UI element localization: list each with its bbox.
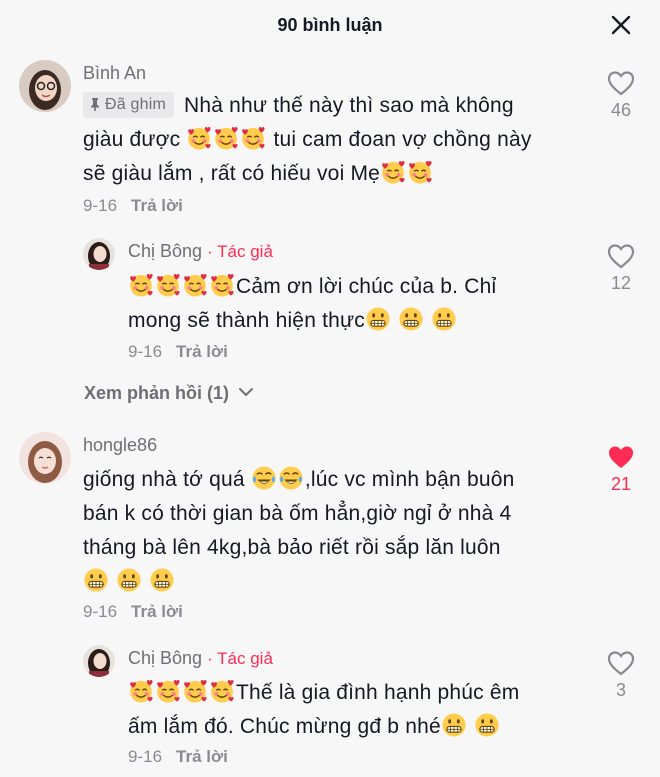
heart-outline-icon <box>607 651 635 676</box>
avatar[interactable] <box>83 645 115 677</box>
reply-text-line: mong sẽ thành hiện thực <box>128 304 568 338</box>
smiling-face-with-hearts-emoji <box>240 125 266 151</box>
reply-text-line1: Cảm ơn lời chúc của b. Chỉ <box>236 275 497 298</box>
reply-text-line: Thế là gia đình hạnh phúc êm <box>128 676 568 710</box>
pinned-label: Đã ghim <box>105 96 166 113</box>
reply-button[interactable]: Trả lời <box>176 342 228 361</box>
like-button[interactable]: 46 <box>601 70 641 121</box>
reply-username[interactable]: Chị Bông <box>128 241 202 261</box>
pinned-badge: Đã ghim <box>83 92 174 118</box>
comment-text-line2: bán k có thời gian bà ốm hẳn,giờ ngỉ ở n… <box>83 502 512 525</box>
comment-text-line: tháng bà lên 4kg,bà bảo riết rồi sắp lăn… <box>83 531 583 565</box>
grinning-face-emoji <box>474 712 500 738</box>
like-button[interactable]: 12 <box>601 243 641 294</box>
reply-text-line: Cảm ơn lời chúc của b. Chỉ <box>128 270 568 304</box>
comment-text-line1b: ,lúc vc mình bận buôn <box>304 468 515 491</box>
smiling-face-with-hearts-emoji <box>182 272 208 298</box>
heart-outline-icon <box>607 244 635 269</box>
reply-button[interactable]: Trả lời <box>176 747 228 766</box>
tears-of-joy-emoji <box>278 465 304 491</box>
reply-text: Cảm ơn lời chúc của b. Chỉ mong sẽ thành… <box>128 270 568 338</box>
smiling-face-with-hearts-emoji <box>407 159 433 185</box>
like-count: 12 <box>610 273 632 293</box>
like-button[interactable]: 21 <box>601 444 641 495</box>
smiling-face-with-hearts-emoji <box>128 678 154 704</box>
comments-header: 90 bình luận <box>0 0 660 52</box>
reply-meta: 9-16 Trả lời <box>128 747 228 767</box>
close-icon[interactable] <box>610 14 632 36</box>
grinning-face-emoji <box>83 567 109 593</box>
view-replies-button[interactable]: Xem phản hồi (1) <box>84 383 254 404</box>
reply-username-row: Chị Bông · Tác giả <box>128 241 273 262</box>
reply-button[interactable]: Trả lời <box>131 602 183 621</box>
grinning-face-emoji <box>365 306 391 332</box>
reply-username[interactable]: Chị Bông <box>128 648 202 668</box>
view-replies-label: Xem phản hồi (1) <box>84 383 230 403</box>
author-tag: · Tác giả <box>207 649 273 668</box>
like-count: 3 <box>615 680 626 700</box>
grinning-face-emoji <box>116 567 142 593</box>
comment-text-line: giàu được tui cam đoan vợ chồng này <box>83 123 583 157</box>
smiling-face-with-hearts-emoji <box>213 125 239 151</box>
reply-button[interactable]: Trả lời <box>131 196 183 215</box>
grinning-face-emoji <box>441 712 467 738</box>
comment-text: giống nhà tớ quá ,lúc vc mình bận buôn b… <box>83 463 583 599</box>
reply-text-line: ấm lắm đó. Chúc mừng gđ b nhé <box>128 710 568 744</box>
chevron-down-icon <box>239 388 254 397</box>
heart-outline-icon <box>607 71 635 96</box>
comment-username[interactable]: hongle86 <box>83 435 157 456</box>
smiling-face-with-hearts-emoji <box>155 678 181 704</box>
comment-text-line: giống nhà tớ quá ,lúc vc mình bận buôn <box>83 463 583 497</box>
avatar[interactable] <box>19 60 71 112</box>
author-tag-label: Tác giả <box>217 649 273 668</box>
comment-text-line: bán k có thời gian bà ốm hẳn,giờ ngỉ ở n… <box>83 497 583 531</box>
pin-icon <box>91 98 99 111</box>
comment-date: 9-16 <box>83 196 118 215</box>
smiling-face-with-hearts-emoji <box>209 678 235 704</box>
comment-text-line3: tháng bà lên 4kg,bà bảo riết rồi sắp lăn… <box>83 536 501 559</box>
comment-meta: 9-16 Trả lời <box>83 196 183 216</box>
reply-meta: 9-16 Trả lời <box>128 342 228 362</box>
comment-text-line: Đã ghim Nhà như thế này thì sao mà không <box>83 89 583 123</box>
like-count: 21 <box>610 474 632 494</box>
comment-date: 9-16 <box>83 602 118 621</box>
grinning-face-emoji <box>149 567 175 593</box>
reply-date: 9-16 <box>128 747 163 766</box>
reply-text-line2: mong sẽ thành hiện thực <box>128 309 365 332</box>
comment-text-line1: Nhà như thế này thì sao mà không <box>183 94 514 117</box>
reply-text: Thế là gia đình hạnh phúc êm ấm lắm đó. … <box>128 676 568 744</box>
smiling-face-with-hearts-emoji <box>155 272 181 298</box>
smiling-face-with-hearts-emoji <box>209 272 235 298</box>
comment-count-title: 90 bình luận <box>277 15 383 35</box>
like-button[interactable]: 3 <box>601 650 641 701</box>
heart-filled-icon <box>609 446 633 468</box>
comment-text-line2a: giàu được <box>83 128 181 151</box>
comment-meta: 9-16 Trả lời <box>83 602 183 622</box>
comment-text-line3: sẽ giàu lắm , rất có hiếu voi Mẹ <box>83 162 381 185</box>
grinning-face-emoji <box>431 306 457 332</box>
reply-date: 9-16 <box>128 342 163 361</box>
grinning-face-emoji <box>398 306 424 332</box>
tears-of-joy-emoji <box>251 465 277 491</box>
author-tag: · Tác giả <box>207 242 273 261</box>
comment-text-line2b: tui cam đoan vợ chồng này <box>267 128 532 151</box>
smiling-face-with-hearts-emoji <box>128 272 154 298</box>
reply-text-line2: ấm lắm đó. Chúc mừng gđ b nhé <box>128 715 441 738</box>
reply-username-row: Chị Bông · Tác giả <box>128 648 273 669</box>
author-tag-label: Tác giả <box>217 242 273 261</box>
comment-text: Đã ghim Nhà như thế này thì sao mà không … <box>83 89 583 191</box>
avatar[interactable] <box>19 432 71 484</box>
avatar[interactable] <box>83 238 115 270</box>
smiling-face-with-hearts-emoji <box>380 159 406 185</box>
smiling-face-with-hearts-emoji <box>186 125 212 151</box>
like-count: 46 <box>610 100 632 120</box>
comment-username[interactable]: Bình An <box>83 63 146 84</box>
comment-text-line1a: giống nhà tớ quá <box>83 468 251 491</box>
comment-text-line <box>83 565 583 599</box>
reply-text-line1: Thế là gia đình hạnh phúc êm <box>236 681 520 704</box>
smiling-face-with-hearts-emoji <box>182 678 208 704</box>
comment-text-line: sẽ giàu lắm , rất có hiếu voi Mẹ <box>83 157 583 191</box>
